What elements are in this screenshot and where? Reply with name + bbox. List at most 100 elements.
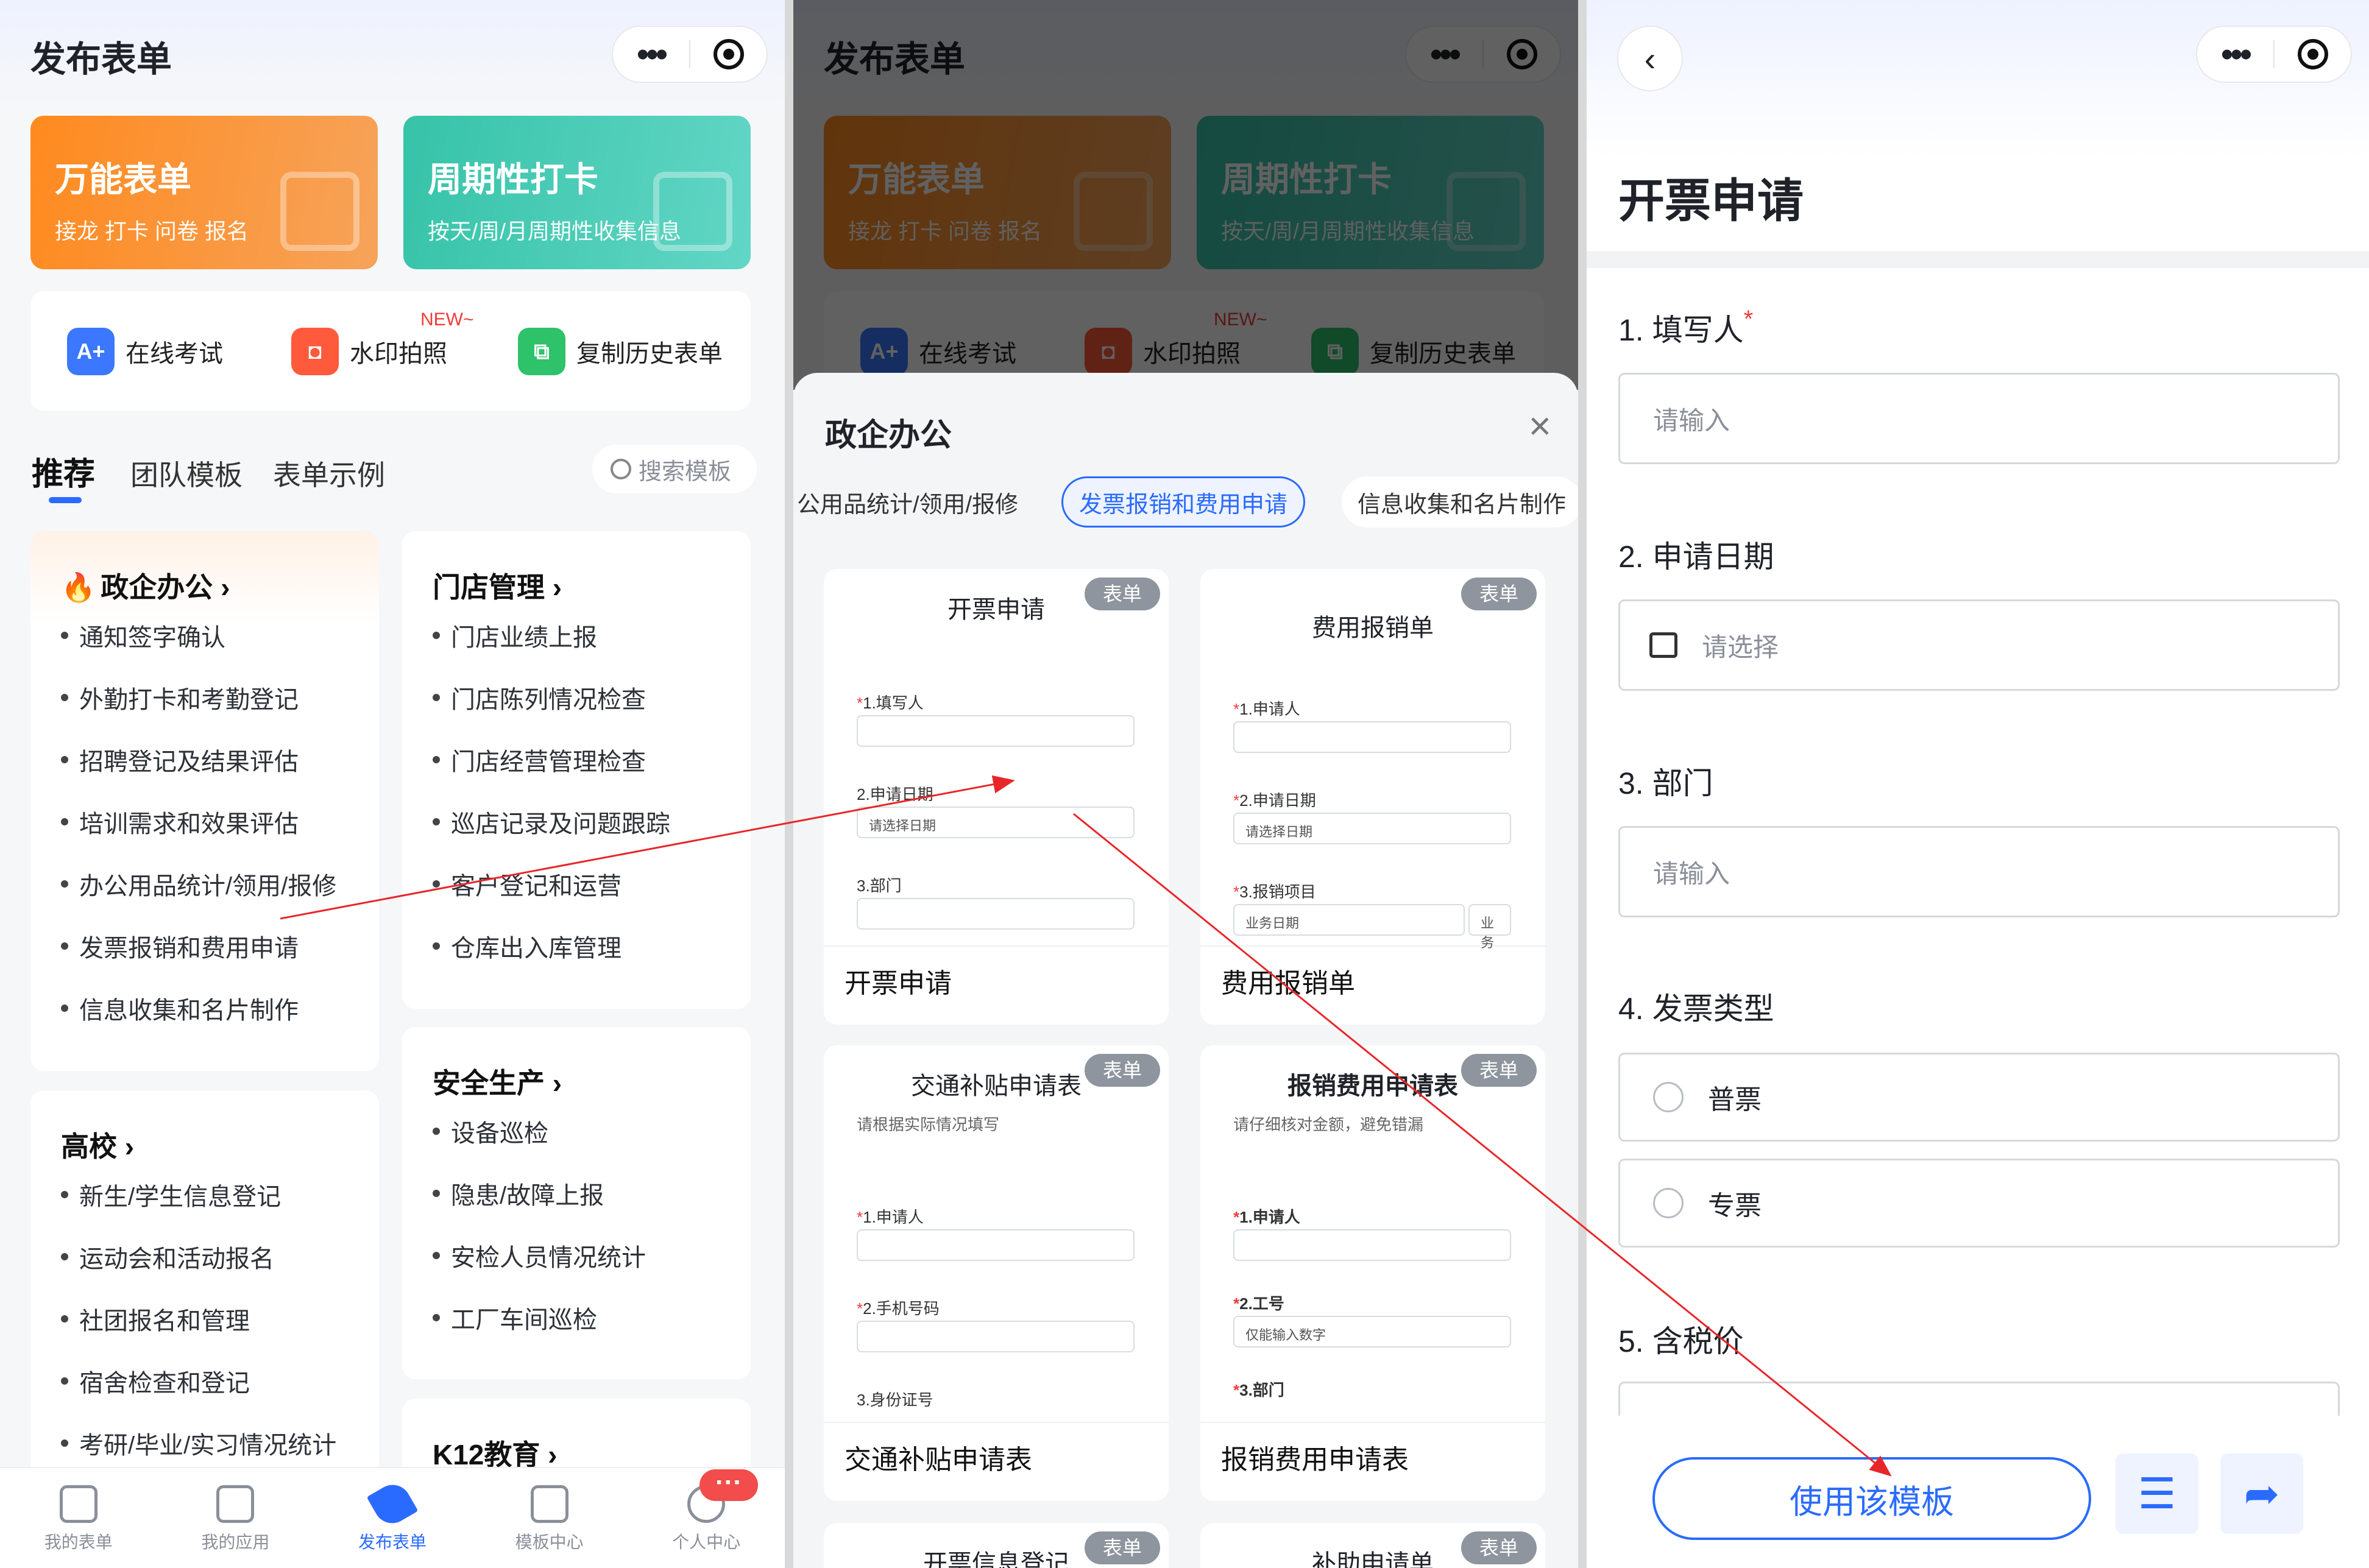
panel-publish-form: 发布表单 ••• 万能表单 接龙 打卡 问卷 报名 周期性打卡 按天/周/月周期… bbox=[0, 0, 785, 1568]
template-preview: 报销费用申请表 表单 请仔细核对金额，避免错漏 *1.申请人 *2.工号 仅能输… bbox=[1200, 1045, 1545, 1423]
filler-input[interactable]: 请输入 bbox=[1618, 373, 2340, 464]
preview-table-header: 业务日期 bbox=[1233, 904, 1465, 936]
date-picker[interactable]: 请选择 bbox=[1618, 599, 2340, 691]
list-item[interactable]: 通知签字确认 bbox=[61, 604, 379, 666]
card-periodic-checkin[interactable]: 周期性打卡 按天/周/月周期性收集信息 bbox=[403, 116, 751, 269]
new-badge: NEW~ bbox=[420, 309, 474, 330]
chip-info-collection[interactable]: 信息收集和名片制作 bbox=[1342, 476, 1578, 528]
quick-copy-history[interactable]: ⧉ 复制历史表单 bbox=[518, 328, 723, 375]
more-icon[interactable]: ••• bbox=[613, 36, 689, 72]
preview-field-label: *2.申请日期 bbox=[1233, 791, 1316, 810]
chip-invoice-expense[interactable]: 发票报销和费用申请 bbox=[1061, 476, 1306, 528]
template-card-partial[interactable]: 开票信息登记 表单 bbox=[824, 1523, 1169, 1568]
close-icon[interactable]: × bbox=[1529, 403, 1551, 448]
back-button[interactable]: ‹ bbox=[1617, 26, 1683, 91]
template-preview: 交通补贴申请表 表单 请根据实际情况填写 *1.申请人 *2.手机号码 3.身份… bbox=[824, 1045, 1169, 1423]
radio-icon bbox=[1653, 1082, 1684, 1112]
list-item[interactable]: 客户登记和运营 bbox=[433, 853, 751, 915]
form-tag: 表单 bbox=[1085, 1531, 1160, 1564]
category-items: 通知签字确认 外勤打卡和考勤登记 招聘登记及结果评估 培训需求和效果评估 办公用… bbox=[30, 604, 379, 1039]
list-item[interactable]: 信息收集和名片制作 bbox=[61, 977, 379, 1039]
quick-online-exam[interactable]: A+ 在线考试 bbox=[67, 328, 223, 375]
close-miniprogram-icon[interactable] bbox=[690, 39, 767, 69]
template-card-reimbursement[interactable]: 报销费用申请表 表单 请仔细核对金额，避免错漏 *1.申请人 *2.工号 仅能输… bbox=[1200, 1045, 1545, 1501]
share-icon[interactable]: ➦ bbox=[2220, 1453, 2303, 1534]
template-card-expense[interactable]: 费用报销单 表单 *1.申请人 *2.申请日期 请选择日期 *3.报销项目 业务… bbox=[1200, 569, 1545, 1025]
preview-date-input: 请选择日期 bbox=[857, 807, 1135, 838]
list-item[interactable]: 门店经营管理检查 bbox=[433, 729, 751, 791]
list-item[interactable]: 社团报名和管理 bbox=[61, 1288, 379, 1350]
preview-date-input: 请选择日期 bbox=[1233, 813, 1511, 844]
template-card-invoice[interactable]: 开票申请 表单 *1.填写人 2.申请日期 请选择日期 3.部门 开票申请 bbox=[824, 569, 1169, 1025]
template-name: 报销费用申请表 bbox=[1221, 1445, 1409, 1475]
close-miniprogram-icon[interactable] bbox=[2275, 39, 2351, 69]
template-preview: 开票申请 表单 *1.填写人 2.申请日期 请选择日期 3.部门 bbox=[824, 569, 1169, 947]
radio-option-normal[interactable]: 普票 bbox=[1618, 1053, 2340, 1142]
list-item[interactable]: 外勤打卡和考勤登记 bbox=[61, 666, 379, 729]
template-name: 交通补贴申请表 bbox=[845, 1445, 1032, 1475]
question-label: 2. 申请日期 bbox=[1618, 540, 1774, 574]
tab-recommend[interactable]: 推荐 bbox=[32, 448, 95, 494]
card-universal-form[interactable]: 万能表单 接龙 打卡 问卷 报名 bbox=[30, 116, 378, 269]
mini-program-capsule: ••• bbox=[2196, 26, 2352, 83]
list-item[interactable]: 办公用品统计/领用/报修 bbox=[61, 853, 379, 915]
quick-label: 复制历史表单 bbox=[576, 341, 723, 367]
chevron-right-icon: › bbox=[552, 571, 562, 603]
menu-icon[interactable]: ☰ bbox=[2116, 1453, 2198, 1534]
use-template-button[interactable]: 使用该模板 bbox=[1652, 1457, 2091, 1540]
list-item[interactable]: 仓库出入库管理 bbox=[433, 915, 751, 977]
tabbar-publish-form[interactable]: 发布表单 bbox=[314, 1468, 471, 1568]
search-input[interactable]: 搜索模板 bbox=[592, 445, 757, 493]
copy-icon: ⧉ bbox=[518, 328, 565, 375]
category-gov-office: 🔥 政企办公 › 通知签字确认 外勤打卡和考勤登记 招聘登记及结果评估 培训需求和… bbox=[30, 531, 379, 1071]
list-item[interactable]: 考研/毕业/实习情况统计 bbox=[61, 1412, 379, 1474]
more-icon[interactable]: ••• bbox=[2197, 36, 2273, 72]
calendar-icon bbox=[653, 172, 732, 251]
template-card-partial[interactable]: 补助申请单 表单 bbox=[1200, 1523, 1545, 1568]
flame-icon: 🔥 bbox=[61, 571, 96, 603]
radio-icon bbox=[1653, 1188, 1684, 1218]
tab-team-templates[interactable]: 团队模板 bbox=[130, 453, 243, 493]
preview-field-label: 2.申请日期 bbox=[857, 785, 933, 803]
list-item[interactable]: 工厂车间巡检 bbox=[433, 1287, 751, 1349]
sheet-title: 政企办公 bbox=[825, 418, 952, 453]
question-label: 1. 填写人* bbox=[1618, 306, 1754, 347]
form-edit-icon bbox=[280, 172, 359, 251]
radio-option-special[interactable]: 专票 bbox=[1618, 1159, 2340, 1248]
department-input[interactable]: 请输入 bbox=[1618, 826, 2340, 917]
tab-form-examples[interactable]: 表单示例 bbox=[273, 453, 385, 493]
quick-watermark-photo[interactable]: ◘ 水印拍照 bbox=[291, 328, 447, 375]
preview-field-label: *1.填写人 bbox=[857, 694, 924, 712]
chevron-right-icon: › bbox=[552, 1067, 562, 1099]
calendar-icon bbox=[1649, 632, 1677, 658]
preview-field-label: *1.申请人 bbox=[1233, 1208, 1300, 1226]
list-item[interactable]: 门店业绩上报 bbox=[433, 604, 751, 666]
chip-office-supplies[interactable]: 公用品统计/领用/报修 bbox=[793, 476, 1034, 528]
form-icon bbox=[59, 1485, 97, 1523]
question-label: 4. 发票类型 bbox=[1618, 992, 1774, 1026]
camera-icon: ◘ bbox=[291, 328, 339, 375]
preview-input bbox=[857, 1229, 1135, 1261]
paper-plane-icon bbox=[366, 1478, 419, 1530]
list-item[interactable]: 宿舍检查和登记 bbox=[61, 1350, 379, 1412]
template-card-transport-subsidy[interactable]: 交通补贴申请表 表单 请根据实际情况填写 *1.申请人 *2.手机号码 3.身份… bbox=[824, 1045, 1169, 1501]
question-label: 3. 部门 bbox=[1618, 766, 1713, 800]
question-label: 5. 含税价 bbox=[1618, 1324, 1744, 1358]
bottom-action-bar: 使用该模板 ☰ ➦ bbox=[1587, 1416, 2369, 1568]
list-item[interactable]: 门店陈列情况检查 bbox=[433, 666, 751, 729]
list-item[interactable]: 设备巡检 bbox=[433, 1100, 751, 1162]
list-item[interactable]: 安检人员情况统计 bbox=[433, 1224, 751, 1287]
list-item[interactable]: 新生/学生信息登记 bbox=[61, 1164, 379, 1226]
preview-input: 仅能输入数字 bbox=[1233, 1316, 1511, 1347]
list-item[interactable]: 招聘登记及结果评估 bbox=[61, 729, 379, 791]
list-item[interactable]: 隐患/故障上报 bbox=[433, 1162, 751, 1224]
overlay-mask[interactable] bbox=[793, 0, 1578, 390]
list-item[interactable]: 运动会和活动报名 bbox=[61, 1226, 379, 1288]
tabbar-my-apps[interactable]: 我的应用 bbox=[157, 1468, 314, 1568]
list-item[interactable]: 巡店记录及问题跟踪 bbox=[433, 791, 751, 853]
list-item[interactable]: 发票报销和费用申请 bbox=[61, 915, 379, 977]
tabbar-my-forms[interactable]: 我的表单 bbox=[0, 1468, 157, 1568]
list-item[interactable]: 培训需求和效果评估 bbox=[61, 791, 379, 853]
quick-actions: A+ 在线考试 NEW~ ◘ 水印拍照 ⧉ 复制历史表单 bbox=[30, 291, 751, 411]
tabbar-template-center[interactable]: 模板中心 bbox=[471, 1468, 628, 1568]
